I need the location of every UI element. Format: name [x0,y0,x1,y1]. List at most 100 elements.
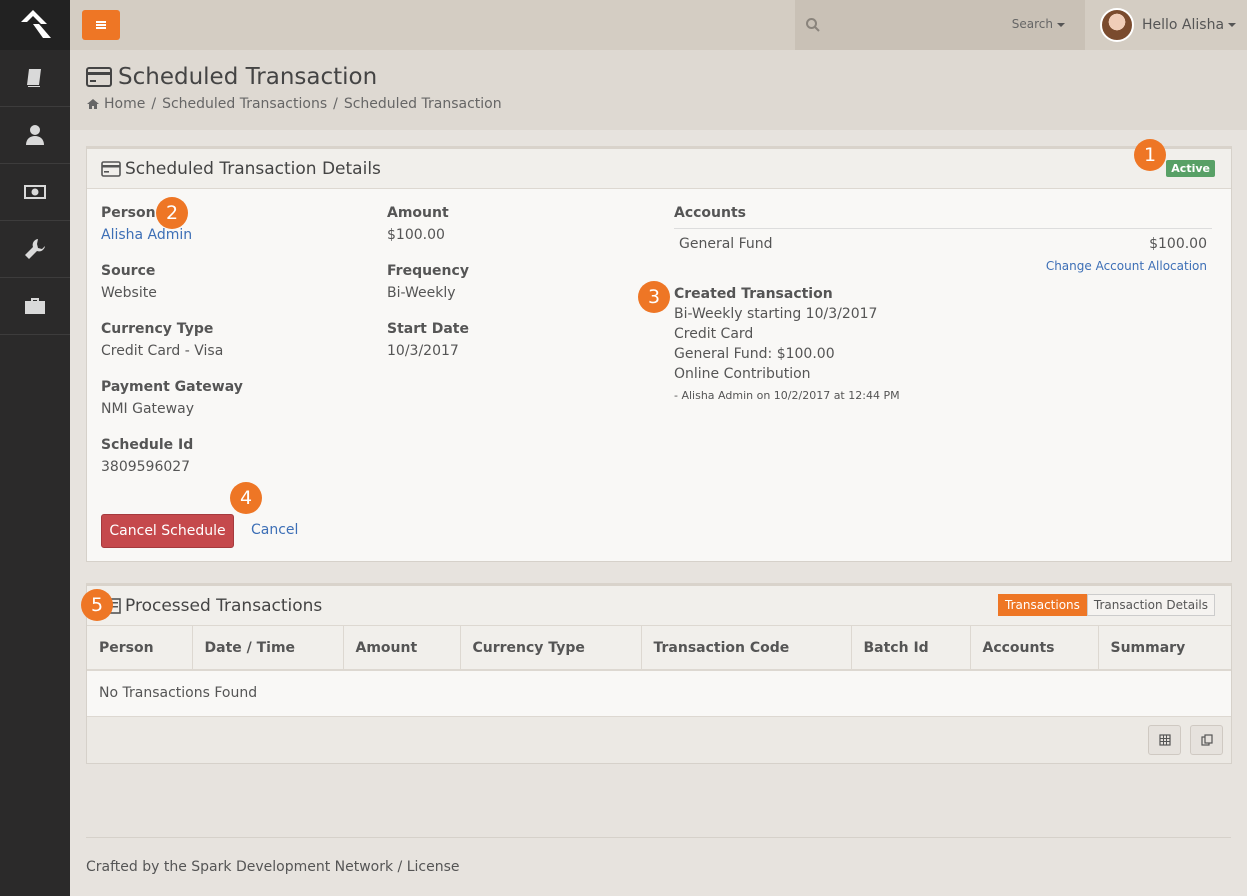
person-link[interactable]: Alisha Admin [101,227,192,243]
sidebar [0,0,70,896]
breadcrumb-separator: / [333,96,338,112]
money-icon [24,185,46,199]
footer-text: Crafted by the Spark Development Network… [86,859,460,875]
source-label: Source [101,263,156,279]
processed-panel-title-text: Processed Transactions [125,595,323,616]
start-date-field: Start Date 10/3/2017 [387,321,469,359]
home-icon [87,99,99,109]
frequency-value: Bi-Weekly [387,285,456,301]
amount-label: Amount [387,205,449,221]
toggle-transaction-details[interactable]: Transaction Details [1086,594,1215,616]
column-header-summary[interactable]: Summary [1098,626,1231,671]
processed-panel-header: Processed Transactions Transactions Tran… [87,586,1231,626]
transactions-table: Person Date / Time Amount Currency Type … [87,626,1231,717]
created-payment-line: Credit Card [674,326,754,342]
frequency-field: Frequency Bi-Weekly [387,263,469,301]
chevron-down-icon [1228,23,1237,27]
cancel-link[interactable]: Cancel [251,522,298,538]
breadcrumb-scheduled-transactions[interactable]: Scheduled Transactions [162,96,327,112]
credit-card-icon [101,160,121,177]
page-header: Scheduled Transaction Home / Scheduled T… [70,50,1247,130]
export-excel-button[interactable] [1148,724,1181,755]
source-field: Source Website [101,263,157,301]
source-value: Website [101,285,157,301]
accounts-label: Accounts [674,205,747,221]
account-row: General Fund $100.00 [674,228,1212,259]
change-account-allocation-link[interactable]: Change Account Allocation [1046,259,1207,273]
column-header-accounts[interactable]: Accounts [970,626,1099,671]
hamburger-icon [96,21,106,29]
callout-marker: 5 [81,589,113,621]
empty-message: No Transactions Found [87,670,1231,717]
callout-marker: 1 [1134,139,1166,171]
menu-toggle-button[interactable] [82,10,120,40]
page-title: Scheduled Transaction [86,64,1231,90]
search-button-label: Search [1011,17,1053,31]
search-bar[interactable]: Search [795,0,1085,50]
sidebar-item-tools[interactable] [0,221,70,278]
amount-field: Amount $100.00 [387,205,449,243]
merge-template-button[interactable] [1190,724,1223,755]
user-icon [26,125,44,145]
table-header-row: Person Date / Time Amount Currency Type … [87,626,1231,671]
amount-value: $100.00 [387,227,445,243]
avatar [1100,8,1134,42]
grid-footer [87,716,1231,763]
schedule-id-field: Schedule Id 3809596027 [101,437,193,475]
page-title-text: Scheduled Transaction [118,64,378,90]
table-row: No Transactions Found [87,670,1231,717]
created-type-line: Online Contribution [674,366,811,382]
cancel-schedule-button[interactable]: Cancel Schedule [101,514,234,548]
column-header-amount[interactable]: Amount [343,626,461,671]
column-header-date-time[interactable]: Date / Time [192,626,344,671]
payment-gateway-field: Payment Gateway NMI Gateway [101,379,243,417]
details-panel-header: Scheduled Transaction Details Active [87,149,1231,189]
briefcase-icon [25,298,45,314]
created-account-line: General Fund: $100.00 [674,346,835,362]
column-header-person[interactable]: Person [87,626,193,671]
currency-type-value: Credit Card - Visa [101,343,224,359]
start-date-label: Start Date [387,321,469,337]
details-panel-title: Scheduled Transaction Details [101,159,381,179]
created-transaction-section: Created Transaction Bi-Weekly starting 1… [674,284,1214,406]
accounts-section: Accounts General Fund $100.00 Change Acc… [674,205,1212,273]
wrench-icon [25,239,45,259]
payment-gateway-value: NMI Gateway [101,401,194,417]
schedule-id-label: Schedule Id [101,437,194,453]
toggle-transactions[interactable]: Transactions [998,594,1087,616]
column-header-transaction-code[interactable]: Transaction Code [641,626,852,671]
schedule-id-value: 3809596027 [101,459,191,475]
column-header-currency-type[interactable]: Currency Type [460,626,642,671]
top-bar: Search Hello Alisha [70,0,1247,50]
sidebar-item-content[interactable] [0,50,70,107]
search-icon [806,18,820,32]
start-date-value: 10/3/2017 [387,343,459,359]
breadcrumb-home[interactable]: Home [104,96,145,112]
view-toggle: Transactions Transaction Details [998,594,1215,616]
sidebar-item-admin[interactable] [0,278,70,335]
book-icon [27,69,41,87]
credit-card-icon [86,67,112,87]
column-header-batch-id[interactable]: Batch Id [851,626,971,671]
sidebar-item-finance[interactable] [0,164,70,221]
sidebar-item-people[interactable] [0,107,70,164]
account-name: General Fund [679,236,773,252]
processed-panel-title: Processed Transactions [101,596,322,616]
created-by-meta: - Alisha Admin on 10/2/2017 at 12:44 PM [674,389,900,402]
currency-type-label: Currency Type [101,321,214,337]
created-transaction-label: Created Transaction [674,286,833,302]
created-frequency-line: Bi-Weekly starting 10/3/2017 [674,306,878,322]
breadcrumb-separator: / [151,96,157,112]
user-greeting: Hello Alisha [1142,17,1225,33]
search-dropdown-button[interactable]: Search [1012,17,1065,31]
currency-type-field: Currency Type Credit Card - Visa [101,321,223,359]
copy-icon [1200,733,1213,746]
breadcrumb-current: Scheduled Transaction [343,96,502,112]
rock-logo[interactable] [0,0,70,50]
callout-marker: 4 [230,482,262,514]
frequency-label: Frequency [387,263,469,279]
user-menu[interactable]: Hello Alisha [1100,6,1237,44]
table-icon [1158,733,1171,746]
rock-logo-icon [21,10,51,38]
callout-marker: 3 [638,281,670,313]
